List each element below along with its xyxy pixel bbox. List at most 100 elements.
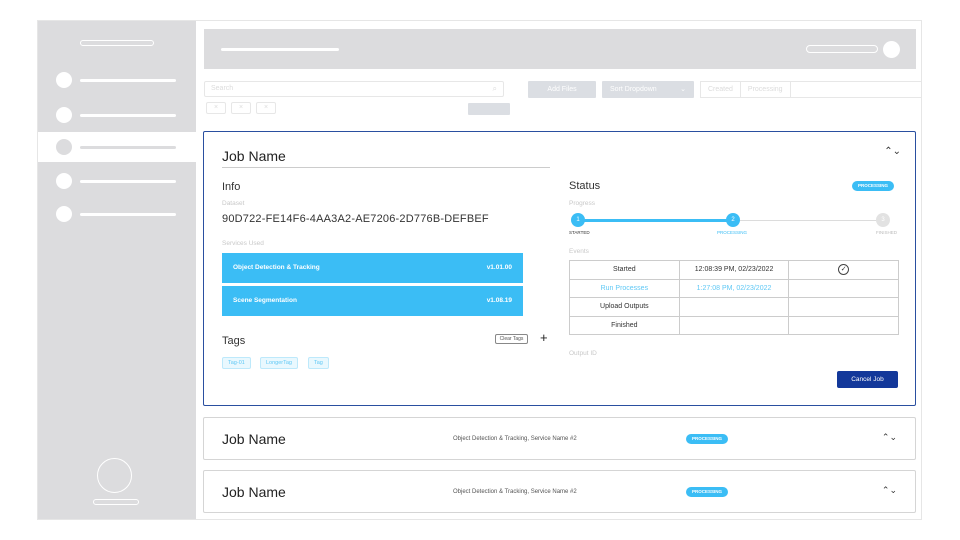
job-title: Job Name xyxy=(222,484,286,500)
tag-chip[interactable]: Tag-01 xyxy=(222,357,251,369)
event-name: Upload Outputs xyxy=(569,297,680,317)
job-title: Job Name xyxy=(222,148,286,164)
event-name: Run Processes xyxy=(569,278,680,298)
sort-dropdown[interactable]: Sort Dropdown ⌄ xyxy=(602,81,694,98)
filter-other[interactable] xyxy=(791,82,805,97)
event-status-cell xyxy=(788,297,899,317)
progress-label: Progress xyxy=(569,200,596,207)
info-heading: Info xyxy=(222,181,241,193)
job-row[interactable]: Job Name Object Detection & Tracking, Se… xyxy=(203,470,916,513)
filter-chip-remove[interactable]: × xyxy=(231,102,251,114)
sidebar-logo-placeholder xyxy=(80,40,154,46)
event-time: 12:08:39 PM, 02/23/2022 xyxy=(678,260,790,280)
service-version: v1.01.00 xyxy=(486,264,512,271)
search-placeholder: Search xyxy=(211,85,234,92)
tag-chip[interactable]: LongerTag xyxy=(260,357,298,369)
sort-dropdown-label: Sort Dropdown xyxy=(610,86,657,93)
toolbar: Search ⌕ × × × Add Files Sort Dropdown ⌄… xyxy=(204,79,921,119)
user-name-placeholder xyxy=(93,499,139,505)
status-heading: Status xyxy=(569,180,601,192)
nav-icon xyxy=(56,107,72,123)
tag-chip[interactable]: Tag xyxy=(308,357,329,369)
nav-label-placeholder xyxy=(80,79,176,82)
chevron-down-icon: ⌄ xyxy=(680,86,686,93)
toolbar-small-button[interactable] xyxy=(468,103,510,115)
nav-icon xyxy=(56,206,72,222)
service-version: v1.08.19 xyxy=(486,297,512,304)
add-tag-icon[interactable]: + xyxy=(540,331,548,344)
event-row: Upload Outputs xyxy=(569,297,899,317)
event-name: Finished xyxy=(569,315,680,335)
nav-icon xyxy=(56,72,72,88)
header-avatar[interactable] xyxy=(883,41,900,58)
progress-step-3: 3 xyxy=(876,213,890,227)
service-name: Object Detection & Tracking xyxy=(233,264,320,271)
event-row: Run Processes 1:27:08 PM, 02/23/2022 xyxy=(569,278,899,298)
status-badge: PROCESSING xyxy=(686,487,729,497)
collapse-icon[interactable]: ⌃⌄ xyxy=(884,146,901,157)
events-label: Events xyxy=(569,248,589,255)
clear-tags-button[interactable]: Clear Tags xyxy=(495,334,528,344)
event-time: 1:27:08 PM, 02/23/2022 xyxy=(678,278,790,298)
filter-chip-remove[interactable]: × xyxy=(206,102,226,114)
header-bar xyxy=(204,29,916,69)
dataset-id: 90D722-FE14F6-4AA3A2-AE7206-2D776B-DEFBE… xyxy=(222,213,489,225)
nav-icon xyxy=(56,173,72,189)
event-time xyxy=(678,297,790,317)
page-title-placeholder xyxy=(221,48,339,51)
service-name: Scene Segmentation xyxy=(233,297,297,304)
event-name: Started xyxy=(569,260,680,280)
progress-step-1: 1 xyxy=(571,213,585,227)
expand-icon[interactable]: ⌃⌄ xyxy=(882,485,897,496)
event-row: Started 12:08:39 PM, 02/23/2022 ✓ xyxy=(569,260,899,280)
service-bar[interactable]: Scene Segmentation v1.08.19 xyxy=(222,286,523,316)
nav-label-placeholder xyxy=(80,213,176,216)
progress-step-2: 2 xyxy=(726,213,740,227)
filter-chip-remove[interactable]: × xyxy=(256,102,276,114)
job-services: Object Detection & Tracking, Service Nam… xyxy=(453,436,577,442)
add-files-button[interactable]: Add Files xyxy=(528,81,596,98)
filter-created[interactable]: Created xyxy=(701,82,741,97)
cancel-job-button[interactable]: Cancel Job xyxy=(837,371,898,388)
job-services: Object Detection & Tracking, Service Nam… xyxy=(453,489,577,495)
event-time xyxy=(678,315,790,335)
app-frame: Search ⌕ × × × Add Files Sort Dropdown ⌄… xyxy=(37,20,922,520)
step-label: FINISHED xyxy=(876,230,898,235)
sidebar xyxy=(38,21,196,519)
event-status-cell: ✓ xyxy=(788,260,899,280)
event-row: Finished xyxy=(569,315,899,335)
sidebar-item-2[interactable] xyxy=(38,100,196,130)
output-id-label: Output ID xyxy=(569,350,597,357)
nav-label-placeholder xyxy=(80,180,176,183)
services-used-label: Services Used xyxy=(222,240,264,247)
search-input[interactable]: Search ⌕ xyxy=(204,81,504,97)
search-icon: ⌕ xyxy=(492,84,497,93)
job-title: Job Name xyxy=(222,431,286,447)
tags-heading: Tags xyxy=(222,335,246,347)
check-circle-icon: ✓ xyxy=(838,264,850,276)
events-table: Started 12:08:39 PM, 02/23/2022 ✓ Run Pr… xyxy=(569,260,899,335)
nav-label-placeholder xyxy=(80,146,176,149)
expand-icon[interactable]: ⌃⌄ xyxy=(882,432,897,443)
event-status-cell xyxy=(788,315,899,335)
progress-fill xyxy=(578,219,731,222)
step-label: STARTED xyxy=(569,230,590,235)
sidebar-item-5[interactable] xyxy=(38,199,196,229)
sidebar-item-1[interactable] xyxy=(38,65,196,95)
status-badge: PROCESSING xyxy=(686,434,729,444)
sidebar-item-3-active[interactable] xyxy=(38,132,196,162)
header-pill-placeholder[interactable] xyxy=(806,45,878,53)
user-avatar[interactable] xyxy=(97,458,132,493)
job-row[interactable]: Job Name Object Detection & Tracking, Se… xyxy=(203,417,916,460)
filter-processing[interactable]: Processing xyxy=(741,82,791,97)
sidebar-item-4[interactable] xyxy=(38,166,196,196)
job-card-expanded: Job Name ⌃⌄ Info Dataset 90D722-FE14F6-4… xyxy=(203,131,916,406)
service-bar[interactable]: Object Detection & Tracking v1.01.00 xyxy=(222,253,523,283)
nav-label-placeholder xyxy=(80,114,176,117)
status-filter-group: Created Processing xyxy=(700,81,921,98)
dataset-label: Dataset xyxy=(222,200,245,207)
event-status-cell xyxy=(788,278,899,298)
status-badge: PROCESSING xyxy=(852,181,895,191)
step-label: PROCESSING xyxy=(717,230,748,235)
title-divider xyxy=(222,167,550,168)
